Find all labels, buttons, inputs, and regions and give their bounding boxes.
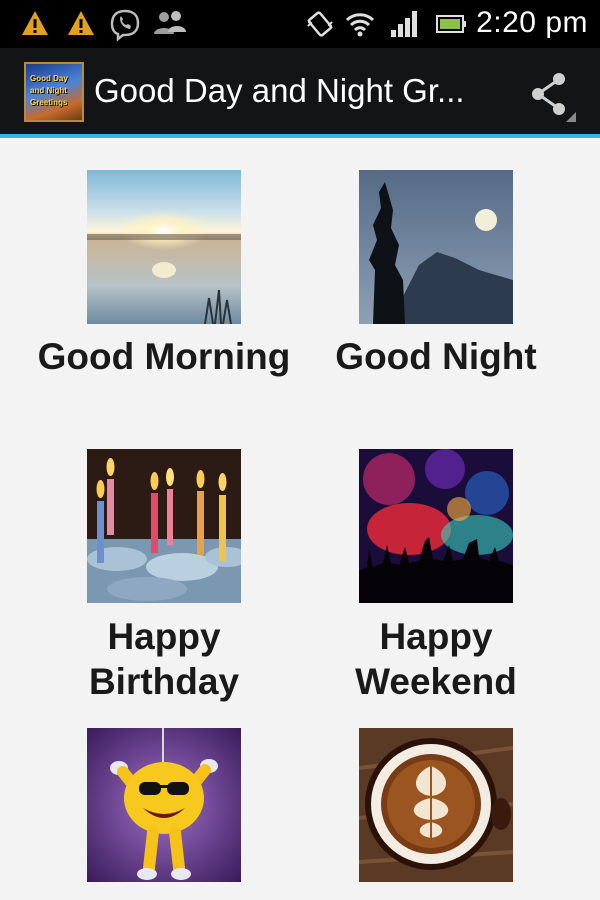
status-time: 2:20 pm (476, 6, 588, 39)
contacts-icon (154, 11, 186, 34)
app-logo[interactable]: Good Day and Night Greetings (24, 62, 84, 122)
app-title: Good Day and Night Gr... (94, 72, 465, 109)
warning-icon (22, 11, 48, 35)
battery-icon (436, 15, 466, 33)
vibrate-icon (307, 11, 333, 37)
wifi-icon (345, 13, 375, 37)
share-icon[interactable] (522, 66, 578, 122)
category-label: Good Night (335, 336, 537, 377)
action-bar-divider (0, 134, 600, 138)
party-image (359, 449, 513, 603)
smiley-plush-image (87, 728, 241, 882)
latte-art-image (359, 728, 513, 882)
viber-icon (110, 9, 140, 42)
category-label: Weekend (355, 661, 517, 702)
logo-text-line: and Night (30, 86, 67, 95)
sunrise-image (87, 170, 241, 324)
logo-text-line: Good Day (30, 74, 68, 83)
moon-image (359, 170, 513, 324)
birthday-candles-image (87, 449, 241, 603)
signal-icon (391, 11, 417, 37)
warning-icon (68, 11, 94, 35)
category-label: Good Morning (37, 336, 291, 377)
category-label: Happy (379, 616, 493, 657)
status-bar: 2:20 pm (0, 0, 600, 48)
category-label: Happy (107, 616, 221, 657)
logo-text-line: Greetings (30, 98, 68, 107)
category-label: Birthday (88, 661, 240, 702)
